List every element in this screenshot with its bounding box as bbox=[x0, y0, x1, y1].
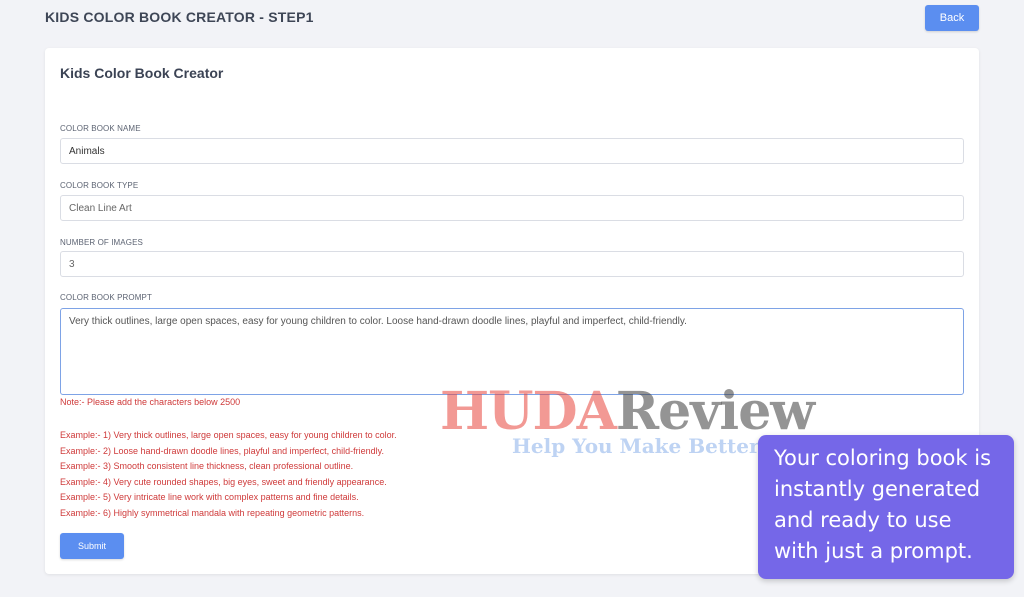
example-item: Example:- 3) Smooth consistent line thic… bbox=[60, 461, 354, 471]
number-of-images-input[interactable] bbox=[60, 251, 964, 277]
color-book-name-label: COLOR BOOK NAME bbox=[60, 124, 141, 133]
color-book-type-input[interactable] bbox=[60, 195, 964, 221]
character-limit-note: Note:- Please add the characters below 2… bbox=[60, 397, 241, 407]
example-item: Example:- 4) Very cute rounded shapes, b… bbox=[60, 476, 387, 487]
example-item: Example:- 2) Loose hand-drawn doodle lin… bbox=[60, 445, 385, 456]
color-book-type-label: COLOR BOOK TYPE bbox=[60, 181, 139, 190]
example-item: Example:- 1) Very thick outlines, large … bbox=[60, 430, 397, 440]
color-book-name-input[interactable] bbox=[60, 138, 964, 164]
page-title: KIDS COLOR BOOK CREATOR - STEP1 bbox=[45, 9, 314, 25]
submit-button[interactable]: Submit bbox=[60, 533, 124, 559]
promo-callout: Your coloring book is instantly generate… bbox=[758, 435, 1014, 579]
example-item: Example:- 6) Highly symmetrical mandala … bbox=[60, 507, 365, 518]
back-button[interactable]: Back bbox=[925, 5, 979, 31]
prompt-examples-list: Example:- 1) Very thick outlines, large … bbox=[60, 428, 397, 521]
color-book-prompt-textarea[interactable]: Very thick outlines, large open spaces, … bbox=[60, 308, 964, 395]
card-title: Kids Color Book Creator bbox=[60, 65, 224, 81]
number-of-images-label: NUMBER OF IMAGES bbox=[60, 238, 143, 247]
color-book-prompt-label: COLOR BOOK PROMPT bbox=[60, 293, 152, 302]
example-item: Example:- 5) Very intricate line work wi… bbox=[60, 492, 359, 502]
